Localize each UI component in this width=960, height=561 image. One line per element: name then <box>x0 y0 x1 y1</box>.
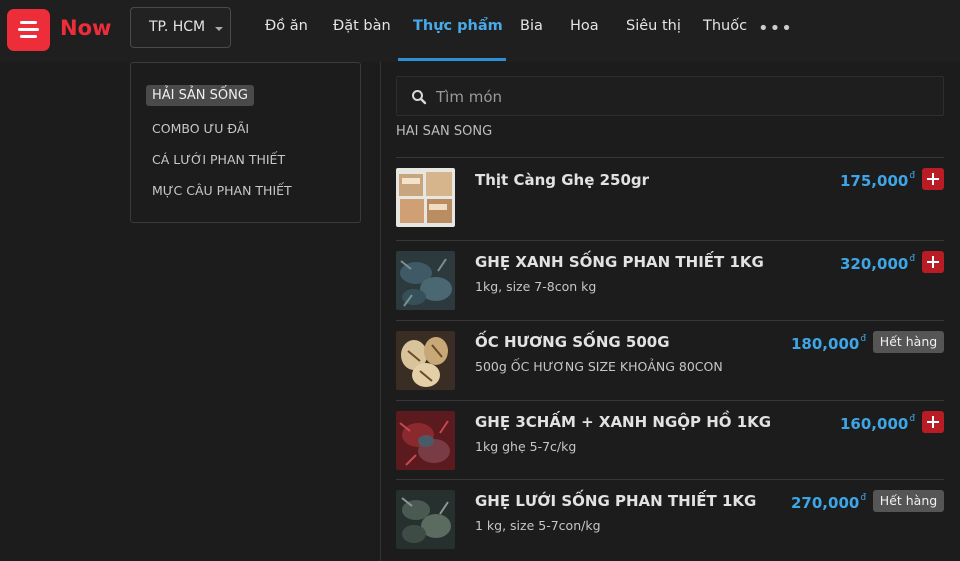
menu-logo-icon[interactable] <box>7 9 50 51</box>
tab-sieu-thi[interactable]: Siêu thị <box>626 18 681 34</box>
brand-name[interactable]: Now <box>60 16 111 40</box>
top-nav: Now TP. HCM Đồ ăn Đặt bàn Thực phẩm Bia … <box>0 0 960 62</box>
tab-thuc-pham[interactable]: Thực phẩm <box>413 18 503 34</box>
product-name[interactable]: GHẸ XANH SỐNG PHAN THIẾT 1KG <box>475 253 764 271</box>
product-image[interactable] <box>396 490 455 549</box>
category-muc-cau[interactable]: MỰC CÂU PHAN THIẾT <box>152 183 292 198</box>
category-menu: HẢI SẢN SỐNG COMBO ƯU ĐÃI CÁ LƯỚI PHAN T… <box>130 62 361 223</box>
product-price: 175,000đ <box>840 171 916 190</box>
section-title: HAI SAN SONG <box>396 124 493 139</box>
tab-dat-ban[interactable]: Đặt bàn <box>333 18 391 34</box>
city-select[interactable]: TP. HCM <box>130 7 231 48</box>
column-divider <box>380 62 381 561</box>
product-name[interactable]: ỐC HƯƠNG SỐNG 500G <box>475 333 670 351</box>
product-row: GHẸ LƯỚI SỐNG PHAN THIẾT 1KG 1 kg, size … <box>396 479 944 559</box>
search-box <box>396 76 944 116</box>
out-of-stock-badge: Hết hàng <box>873 331 944 353</box>
add-to-cart-button[interactable] <box>922 168 944 190</box>
search-icon <box>412 90 427 105</box>
product-name[interactable]: GHẸ LƯỚI SỐNG PHAN THIẾT 1KG <box>475 492 756 510</box>
product-description: 1kg, size 7-8con kg <box>475 279 597 294</box>
add-to-cart-button[interactable] <box>922 411 944 433</box>
product-description: 500g ỐC HƯƠNG SIZE KHOẢNG 80CON <box>475 359 723 374</box>
out-of-stock-badge: Hết hàng <box>873 490 944 512</box>
city-label: TP. HCM <box>149 19 206 35</box>
product-price: 320,000đ <box>840 254 916 273</box>
tab-bia[interactable]: Bia <box>520 18 543 34</box>
product-price: 180,000đ <box>791 334 867 353</box>
tab-thuoc[interactable]: Thuốc <box>703 18 747 34</box>
add-to-cart-button[interactable] <box>922 251 944 273</box>
product-image[interactable] <box>396 168 455 227</box>
tab-do-an[interactable]: Đồ ăn <box>265 18 308 34</box>
category-hai-san-song[interactable]: HẢI SẢN SỐNG <box>146 85 254 106</box>
product-description: 1kg ghẹ 5-7c/kg <box>475 439 577 454</box>
product-image[interactable] <box>396 251 455 310</box>
category-ca-luoi[interactable]: CÁ LƯỚI PHAN THIẾT <box>152 152 285 167</box>
product-name[interactable]: GHẸ 3CHẤM + XANH NGỘP HỒ 1KG <box>475 413 771 431</box>
tab-hoa[interactable]: Hoa <box>570 18 599 34</box>
category-combo-uu-dai[interactable]: COMBO ƯU ĐÃI <box>152 121 249 136</box>
product-row: GHẸ XANH SỐNG PHAN THIẾT 1KG 1kg, size 7… <box>396 240 944 320</box>
product-image[interactable] <box>396 331 455 390</box>
product-image[interactable] <box>396 411 455 470</box>
product-price: 160,000đ <box>840 414 916 433</box>
product-row: Thịt Càng Ghẹ 250gr 175,000đ <box>396 157 944 237</box>
product-description: 1 kg, size 5-7con/kg <box>475 518 601 533</box>
active-tab-indicator <box>398 58 506 61</box>
search-input[interactable] <box>436 85 916 109</box>
caret-down-icon <box>215 27 223 31</box>
more-icon[interactable]: ••• <box>758 18 793 39</box>
product-name[interactable]: Thịt Càng Ghẹ 250gr <box>475 171 649 189</box>
product-row: GHẸ 3CHẤM + XANH NGỘP HỒ 1KG 1kg ghẹ 5-7… <box>396 400 944 480</box>
product-row: ỐC HƯƠNG SỐNG 500G 500g ỐC HƯƠNG SIZE KH… <box>396 320 944 400</box>
product-price: 270,000đ <box>791 493 867 512</box>
